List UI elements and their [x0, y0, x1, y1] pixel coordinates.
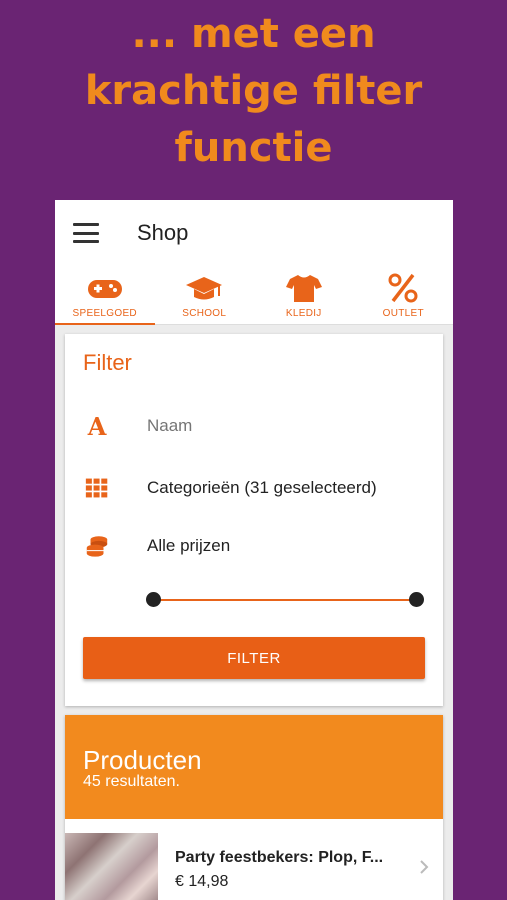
categories-filter-row[interactable]: Categorieën (31 geselecteerd) — [83, 474, 377, 502]
gamepad-icon — [87, 280, 122, 298]
products-title: Producten — [83, 745, 202, 775]
tab-label: SPEELGOED — [72, 308, 137, 319]
promo-headline: ... met een krachtige filter functie — [0, 6, 507, 177]
name-input[interactable]: Naam — [147, 416, 192, 436]
slider-max-handle[interactable] — [409, 592, 424, 607]
slider-track — [153, 599, 417, 601]
chevron-right-icon — [420, 860, 429, 874]
price-range-slider[interactable] — [146, 592, 424, 608]
list-item[interactable]: Party feestbekers: Plop, F... € 14,98 — [65, 819, 443, 900]
percent-icon — [388, 273, 418, 303]
tshirt-icon — [285, 275, 322, 302]
app-title: Shop — [137, 220, 189, 245]
headline-line-3: functie — [174, 125, 333, 171]
filter-button[interactable]: FILTER — [83, 637, 425, 679]
tab-label: OUTLET — [382, 308, 424, 319]
hamburger-menu-icon[interactable] — [73, 223, 99, 243]
tab-kledij[interactable]: KLEDIJ — [254, 266, 354, 324]
tab-school[interactable]: SCHOOL — [155, 266, 255, 324]
slider-min-handle[interactable] — [146, 592, 161, 607]
headline-line-1: ... met een — [131, 11, 376, 57]
graduation-cap-icon — [186, 277, 223, 300]
results-count: 45 resultaten. — [83, 773, 180, 790]
price-range-label: Alle prijzen — [147, 536, 231, 555]
product-name: Party feestbekers: Plop, F... — [175, 849, 384, 866]
products-card: Producten 45 resultaten. Party feestbeke… — [65, 715, 443, 900]
tab-outlet[interactable]: OUTLET — [354, 266, 454, 324]
headline-line-2: krachtige filter — [84, 68, 423, 114]
categories-selector[interactable]: Categorieën (31 geselecteerd) — [147, 478, 377, 498]
coins-icon — [83, 532, 111, 560]
tab-label: SCHOOL — [182, 308, 227, 319]
font-letter-icon: A — [83, 412, 111, 440]
tab-label: KLEDIJ — [285, 308, 322, 319]
product-image — [65, 833, 158, 900]
filter-card: Filter A Naam Categorieën (31 geselectee… — [65, 334, 443, 706]
name-filter-row[interactable]: A Naam — [83, 412, 193, 440]
category-tabs: SPEELGOED SCHOOL KLEDIJ OUTLET — [55, 266, 453, 325]
grid-icon — [83, 474, 111, 502]
product-price: € 14,98 — [175, 873, 229, 890]
price-filter-row[interactable]: Alle prijzen — [83, 532, 230, 560]
svg-text:A: A — [87, 412, 107, 440]
products-header: Producten 45 resultaten. — [65, 715, 443, 819]
phone-screen: Shop SPEELGOED SCHOOL KLEDIJ OUTLET Filt… — [55, 200, 453, 900]
tab-speelgoed[interactable]: SPEELGOED — [55, 266, 155, 325]
filter-title: Filter — [83, 350, 132, 375]
app-bar: Shop — [55, 200, 453, 266]
